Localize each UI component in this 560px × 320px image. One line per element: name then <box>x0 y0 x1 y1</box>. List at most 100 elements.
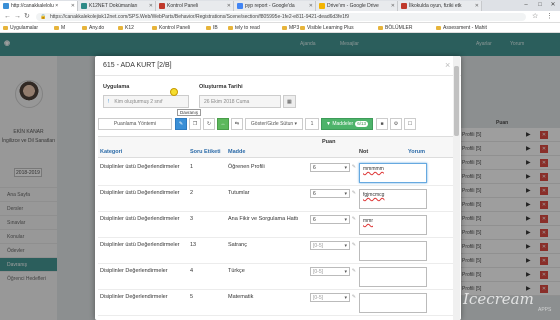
reload-icon[interactable]: ↻ <box>24 13 30 21</box>
score-select[interactable]: [0-5] ▾ ✎ <box>310 293 356 302</box>
note-textarea[interactable] <box>359 267 427 287</box>
browser-tab[interactable]: pyp report - Google'da ✕ <box>234 1 316 11</box>
browser-tab[interactable]: K12NET Dokümanları ✕ <box>78 1 156 11</box>
bookmark-item[interactable]: BÖLÜMLER <box>378 24 413 32</box>
note-textarea[interactable] <box>359 241 427 261</box>
scoring-method-button[interactable]: Puanlama Yöntemi <box>98 118 172 130</box>
app-select-value: Kim oluşturmuş 2 snıf <box>114 99 163 105</box>
note-textarea[interactable]: mmr <box>359 215 427 235</box>
bookmark-label: Uygulamalar <box>10 25 39 31</box>
tab-close-icon[interactable]: ✕ <box>391 1 395 11</box>
tab-close-icon[interactable]: ✕ <box>475 1 479 11</box>
browser-tab[interactable]: Kontrol Paneli ✕ <box>156 1 234 11</box>
bookmark-item[interactable]: IB <box>206 24 218 32</box>
score-select[interactable]: 6 ▾ ✎ <box>310 189 356 198</box>
tab-favicon-icon <box>401 3 407 9</box>
browser-tab[interactable]: İlkokulda oyun, fiziki etk ✕ <box>398 1 482 11</box>
items-badge: 6/13 <box>355 121 368 127</box>
grid-header: Puan Kategori Soru Etiketi Madde Not Yor… <box>98 136 458 158</box>
url-text: https://canakkalekolejisk12net.com/SPS.W… <box>50 14 350 20</box>
bookmark-label: Any.do <box>89 25 105 31</box>
score-value: [0-5] <box>313 269 324 275</box>
note-textarea[interactable] <box>359 293 427 313</box>
modal-scrollbar[interactable] <box>453 56 460 320</box>
show-columns-button[interactable]: Göster/Gizle Sütun ▾ <box>245 118 303 130</box>
bookmark-item[interactable]: Any.do <box>82 24 104 32</box>
maximize-icon[interactable]: □ <box>534 0 546 11</box>
item-cell: Satranç <box>228 242 247 248</box>
col-code[interactable]: Soru Etiketi <box>190 149 221 155</box>
bookmark-item[interactable]: K12 <box>118 24 134 32</box>
table-row: Disiplinler üstü Değerlendirmeler 13 Satra… <box>98 238 458 264</box>
pencil-icon[interactable]: ✎ <box>352 241 356 249</box>
browser-tab[interactable]: Drive'ım - Google Drive ✕ <box>316 1 398 11</box>
score-select[interactable]: [0-5] ▾ ✎ <box>310 267 356 276</box>
bookmark-item[interactable]: MP3 <box>282 24 299 32</box>
refresh-icon[interactable]: ↻ <box>203 118 215 130</box>
tab-close-icon[interactable]: ✕ <box>149 1 153 11</box>
bookmark-label: Assessment - Mahit <box>443 25 487 31</box>
code-cell: 4 <box>190 268 194 274</box>
score-value: 6 <box>313 217 316 223</box>
score-select[interactable]: [0-5] ▾ ✎ <box>310 241 356 250</box>
col-comment[interactable]: Yorum <box>408 149 425 155</box>
settings-icon[interactable]: ⚙ <box>390 118 402 130</box>
col-item[interactable]: Madde <box>228 149 245 155</box>
tab-close-icon[interactable]: ✕ <box>227 1 231 11</box>
scrollbar-thumb[interactable] <box>454 66 459 136</box>
checkbox-icon[interactable]: ☐ <box>404 118 416 130</box>
bookmark-icon <box>54 26 59 30</box>
bookmark-item[interactable]: tely to read <box>228 24 260 32</box>
score-select[interactable]: 6 ▾ ✎ <box>310 215 356 224</box>
back-icon[interactable]: ← <box>4 13 11 21</box>
minimize-icon[interactable]: – <box>520 0 532 11</box>
calendar-icon[interactable]: ▦ <box>283 95 296 108</box>
app-select[interactable]: ! Kim oluşturmuş 2 snıf <box>103 95 189 108</box>
bookmark-label: Kontrol Paneli <box>159 25 191 31</box>
pencil-icon[interactable]: ✎ <box>352 215 356 223</box>
tab-label: K12NET Dokümanları <box>89 3 138 9</box>
items-button[interactable]: ▼ Maddeler 6/13 <box>321 118 373 130</box>
stop-icon[interactable]: ■ <box>376 118 388 130</box>
pencil-icon[interactable]: ✎ <box>352 163 356 171</box>
browser-tab[interactable]: http://canakkalelolu × ✕ <box>0 1 78 11</box>
close-icon[interactable]: × <box>445 60 450 70</box>
bookmark-item[interactable]: Uygulamalar <box>3 24 38 32</box>
close-window-icon[interactable]: ✕ <box>547 0 559 11</box>
page-button[interactable]: 1 <box>305 118 319 130</box>
watermark-brand: Icecream <box>463 290 534 308</box>
note-textarea[interactable]: fgjmcmcg <box>359 189 427 209</box>
bookmark-icon <box>82 26 87 30</box>
bookmark-item[interactable]: Assessment - Mahit <box>436 24 487 32</box>
chevron-down-icon: ▾ <box>344 217 347 223</box>
pencil-icon[interactable]: ✎ <box>352 293 356 301</box>
code-cell: 5 <box>190 294 194 300</box>
bookmark-item[interactable]: Visible Learning Plus <box>300 24 354 32</box>
edit-icon[interactable]: ✎ <box>175 118 187 130</box>
tab-close-icon[interactable]: ✕ <box>309 1 313 11</box>
expand-icon[interactable]: ↔ <box>217 118 229 130</box>
lock-icon: 🔒 <box>40 14 47 20</box>
score-value: 6 <box>313 191 316 197</box>
watermark-sub: APPS <box>538 307 552 313</box>
col-category[interactable]: Kategori <box>100 149 122 155</box>
bookmark-icon <box>118 26 123 30</box>
code-cell: 13 <box>190 242 197 248</box>
tab-favicon-icon <box>81 3 87 9</box>
pencil-icon[interactable]: ✎ <box>352 267 356 275</box>
pencil-icon[interactable]: ✎ <box>352 189 356 197</box>
bookmark-item[interactable]: M <box>54 24 65 32</box>
forward-icon[interactable]: → <box>14 13 21 21</box>
url-field[interactable]: 🔒 https://canakkalekolejisk12net.com/SPS.… <box>36 13 526 21</box>
browser-tab-bar: http://canakkalelolu × ✕ K12NET Dokümanlar… <box>0 0 560 11</box>
category-cell: Disiplinler üstü Değerlendirmeler <box>100 242 180 248</box>
bookmark-item[interactable]: Kontrol Paneli <box>152 24 190 32</box>
star-icon[interactable]: ☆ <box>532 13 538 21</box>
tab-close-icon[interactable]: ✕ <box>71 1 75 11</box>
collapse-icon[interactable]: ⇆ <box>231 118 243 130</box>
note-textarea[interactable]: mmmmm <box>359 163 427 183</box>
score-select[interactable]: 6 ▾ ✎ <box>310 163 356 172</box>
copy-icon[interactable]: ❐ <box>189 118 201 130</box>
tab-label: İlkokulda oyun, fiziki etk <box>409 3 462 9</box>
menu-icon[interactable]: ⋮ <box>546 13 553 21</box>
